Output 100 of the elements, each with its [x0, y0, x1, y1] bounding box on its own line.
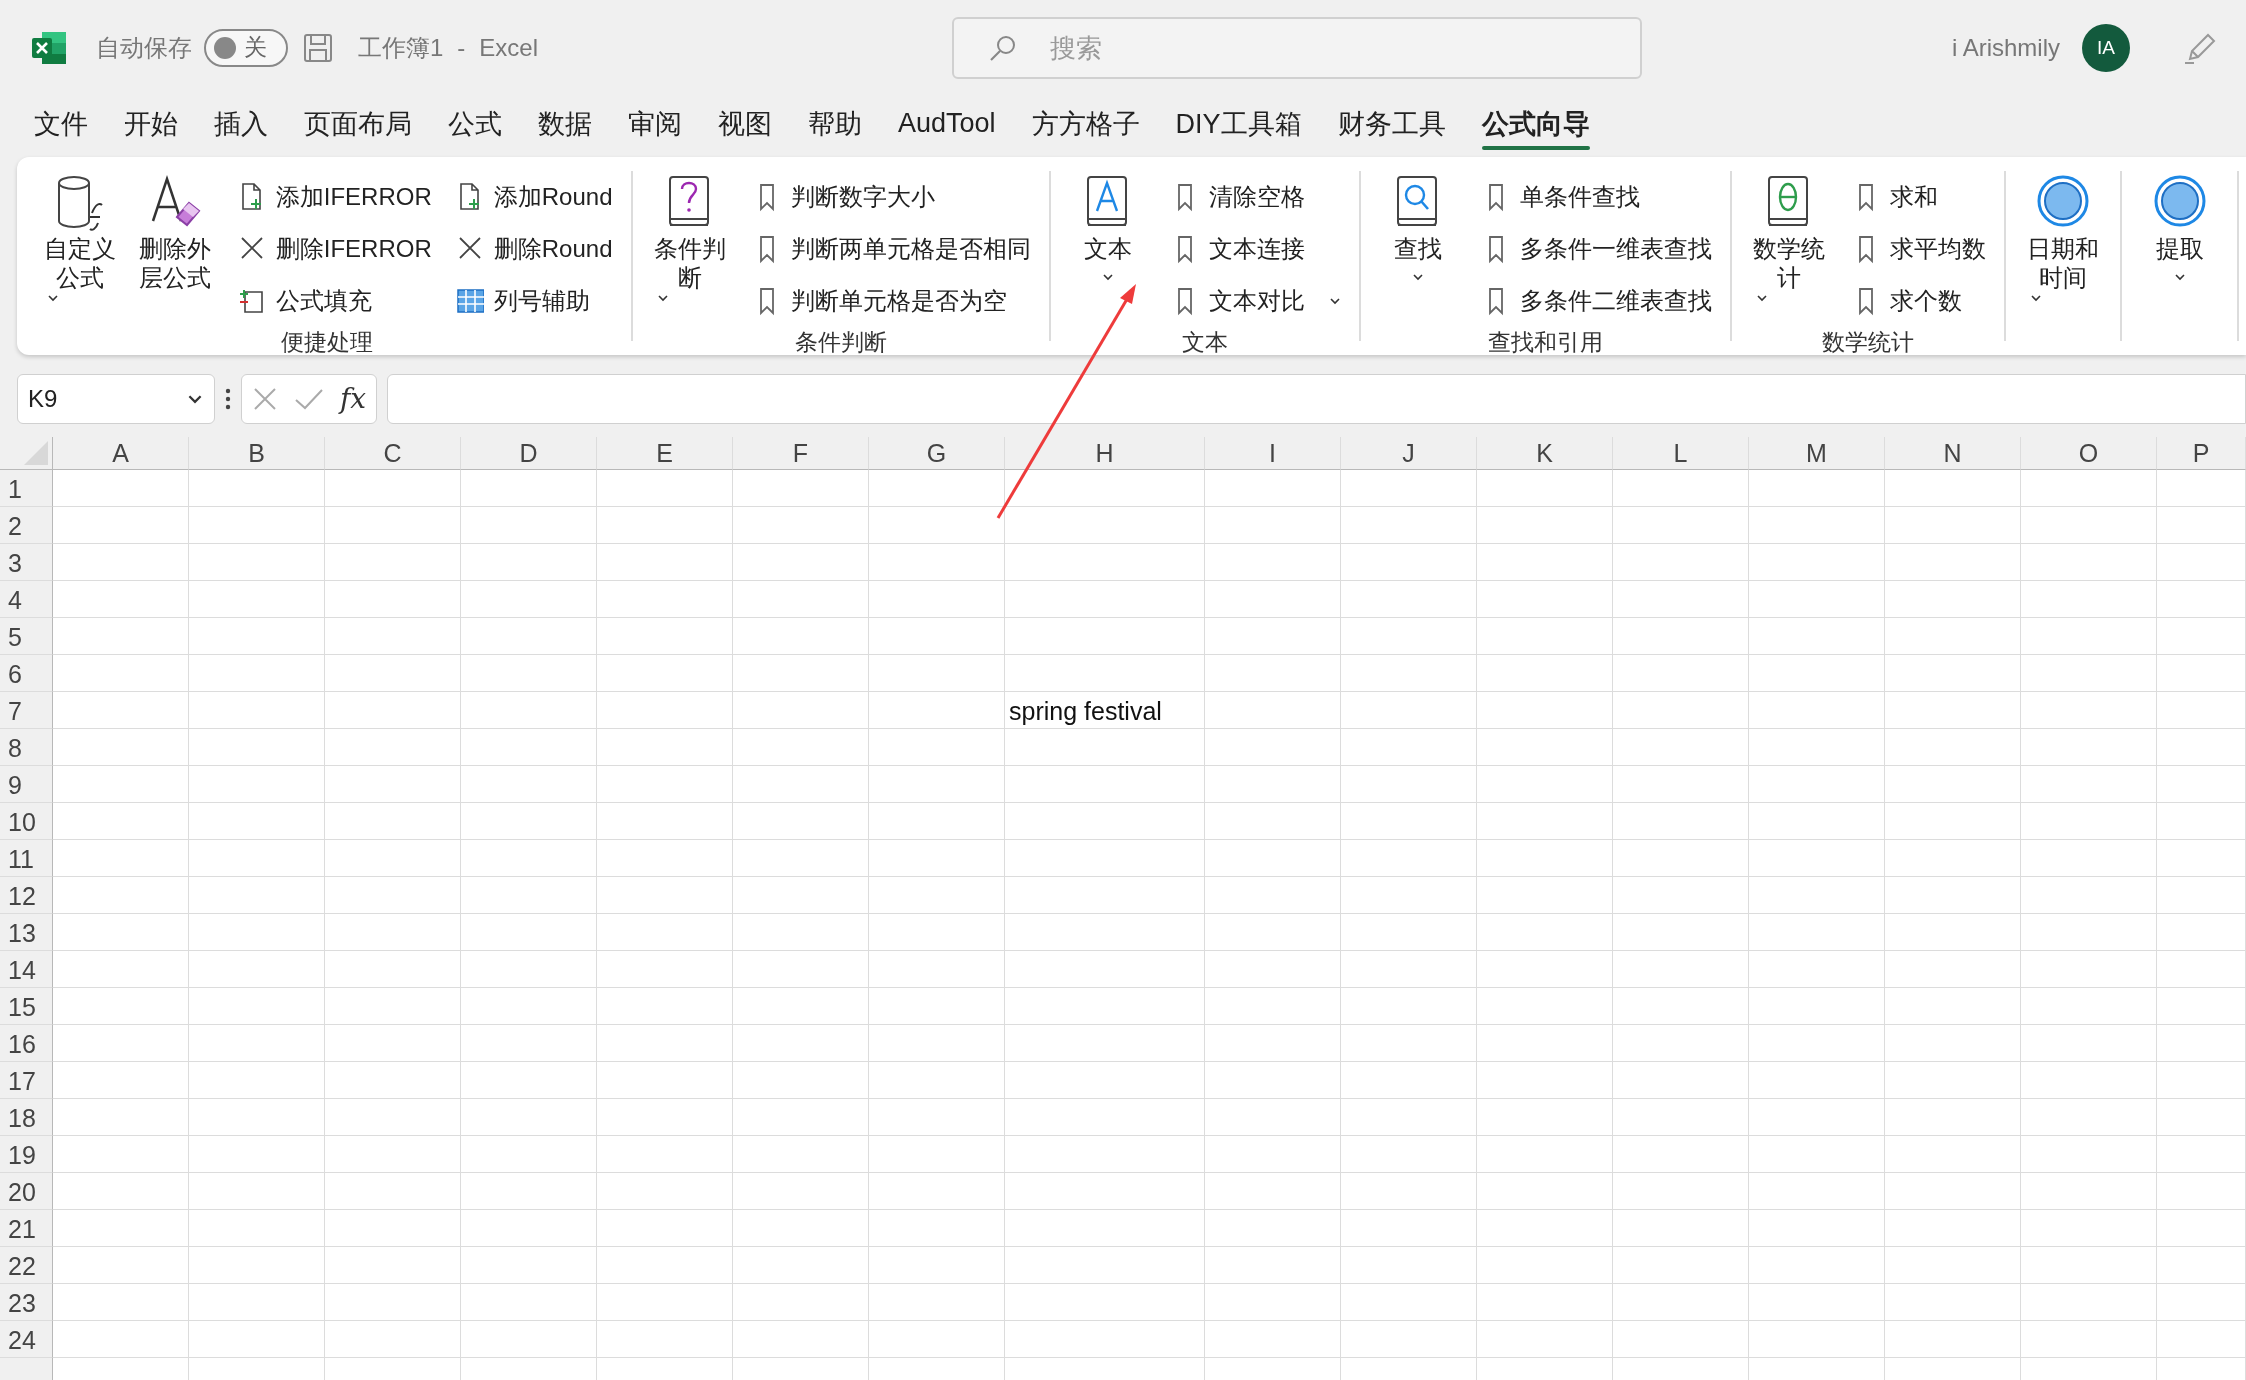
column-header[interactable]: H	[1005, 437, 1205, 470]
row-header[interactable]: 22	[0, 1247, 53, 1284]
sheet-cell[interactable]	[1885, 507, 2021, 544]
sheet-cell[interactable]	[1749, 1173, 1885, 1210]
sheet-cell[interactable]	[597, 1099, 733, 1136]
menu-tab[interactable]: 帮助	[790, 95, 880, 152]
sheet-cell[interactable]	[189, 692, 325, 729]
sheet-cell[interactable]	[53, 1247, 189, 1284]
row-header[interactable]: 8	[0, 729, 53, 766]
sheet-cell[interactable]	[1885, 618, 2021, 655]
sheet-cell[interactable]	[1341, 1099, 1477, 1136]
ribbon-item[interactable]: 单条件查找	[1477, 171, 1716, 223]
row-header[interactable]: 24	[0, 1321, 53, 1358]
sheet-cell[interactable]	[325, 914, 461, 951]
sheet-cell[interactable]	[1749, 951, 1885, 988]
sheet-cell[interactable]	[1005, 729, 1205, 766]
row-header[interactable]: 5	[0, 618, 53, 655]
sheet-cell[interactable]	[1613, 581, 1749, 618]
row-header[interactable]: 13	[0, 914, 53, 951]
sheet-cell[interactable]	[1205, 766, 1341, 803]
sheet-cell[interactable]	[2157, 507, 2246, 544]
sheet-cell[interactable]	[1613, 1136, 1749, 1173]
sheet-cell[interactable]	[189, 618, 325, 655]
sheet-cell[interactable]	[461, 544, 597, 581]
sheet-cell[interactable]	[53, 544, 189, 581]
column-header[interactable]: M	[1749, 437, 1885, 470]
sheet-cell[interactable]	[2157, 1173, 2246, 1210]
column-header[interactable]: O	[2021, 437, 2157, 470]
sheet-cell[interactable]	[2021, 877, 2157, 914]
sheet-cell[interactable]	[2021, 1099, 2157, 1136]
row-header[interactable]: 17	[0, 1062, 53, 1099]
sheet-cell[interactable]	[2157, 470, 2246, 507]
row-header[interactable]: 1	[0, 470, 53, 507]
sheet-cell[interactable]	[189, 1062, 325, 1099]
ribbon-item[interactable]: 添加Round	[451, 171, 617, 223]
sheet-cell[interactable]	[1749, 581, 1885, 618]
sheet-cell[interactable]	[1205, 618, 1341, 655]
sheet-cell[interactable]	[1477, 1099, 1613, 1136]
sheet-cell[interactable]	[461, 507, 597, 544]
sheet-cell[interactable]	[189, 729, 325, 766]
sheet-cell[interactable]	[1477, 803, 1613, 840]
sheet-cell[interactable]	[1613, 840, 1749, 877]
sheet-cell[interactable]	[1885, 729, 2021, 766]
row-header[interactable]: 15	[0, 988, 53, 1025]
row-header[interactable]: 3	[0, 544, 53, 581]
sheet-cell[interactable]	[461, 840, 597, 877]
sheet-cell[interactable]	[733, 1062, 869, 1099]
sheet-cell[interactable]	[1477, 729, 1613, 766]
ribbon-button[interactable]: 文本	[1064, 171, 1152, 327]
sheet-cell[interactable]	[1885, 840, 2021, 877]
sheet-cell[interactable]	[1477, 507, 1613, 544]
row-header[interactable]: 9	[0, 766, 53, 803]
sheet-cell[interactable]	[2157, 655, 2246, 692]
ribbon-button[interactable]: 提取	[2136, 171, 2223, 341]
sheet-cell[interactable]	[1341, 692, 1477, 729]
row-header[interactable]: 16	[0, 1025, 53, 1062]
column-header[interactable]: D	[461, 437, 597, 470]
sheet-cell[interactable]	[1613, 1173, 1749, 1210]
sheet-cell[interactable]	[1749, 1321, 1885, 1358]
sheet-cell[interactable]	[597, 1173, 733, 1210]
sheet-cell[interactable]	[2157, 914, 2246, 951]
sheet-cell[interactable]	[1749, 988, 1885, 1025]
sheet-cell[interactable]	[1749, 803, 1885, 840]
row-header[interactable]: 6	[0, 655, 53, 692]
menu-tab[interactable]: DIY工具箱	[1157, 95, 1320, 152]
sheet-cell[interactable]	[1749, 1210, 1885, 1247]
sheet-cell[interactable]	[869, 618, 1005, 655]
sheet-cell[interactable]	[869, 507, 1005, 544]
sheet-cell[interactable]	[869, 988, 1005, 1025]
sheet-cell[interactable]	[1885, 877, 2021, 914]
sheet-cell[interactable]	[2157, 544, 2246, 581]
sheet-cell[interactable]	[53, 1321, 189, 1358]
sheet-cell[interactable]	[2021, 729, 2157, 766]
sheet-cell[interactable]	[2157, 618, 2246, 655]
sheet-cell[interactable]	[1005, 1062, 1205, 1099]
sheet-cell[interactable]	[1205, 1173, 1341, 1210]
formula-input[interactable]	[387, 373, 2246, 424]
sheet-cell[interactable]	[2157, 1284, 2246, 1321]
sheet-cell[interactable]	[597, 1210, 733, 1247]
sheet-cell[interactable]	[1341, 840, 1477, 877]
sheet-cell[interactable]	[1613, 1062, 1749, 1099]
sheet-cell[interactable]	[1341, 470, 1477, 507]
sheet-cell[interactable]	[189, 766, 325, 803]
sheet-cell[interactable]	[733, 655, 869, 692]
column-header[interactable]: N	[1885, 437, 2021, 470]
sheet-cell[interactable]	[189, 951, 325, 988]
sheet-cell[interactable]	[461, 692, 597, 729]
row-header[interactable]: 23	[0, 1284, 53, 1321]
sheet-cell[interactable]	[1005, 877, 1205, 914]
sheet-cell[interactable]	[1885, 803, 2021, 840]
sheet-cell[interactable]	[2021, 1247, 2157, 1284]
sheet-cell[interactable]	[1205, 470, 1341, 507]
sheet-cell[interactable]	[189, 470, 325, 507]
sheet-cell[interactable]	[325, 1136, 461, 1173]
sheet-cell[interactable]	[1477, 840, 1613, 877]
sheet-cell[interactable]	[325, 655, 461, 692]
sheet-cell[interactable]	[2157, 1062, 2246, 1099]
sheet-cell[interactable]	[53, 1284, 189, 1321]
sheet-cell[interactable]	[461, 1173, 597, 1210]
sheet-cell[interactable]	[1477, 1025, 1613, 1062]
